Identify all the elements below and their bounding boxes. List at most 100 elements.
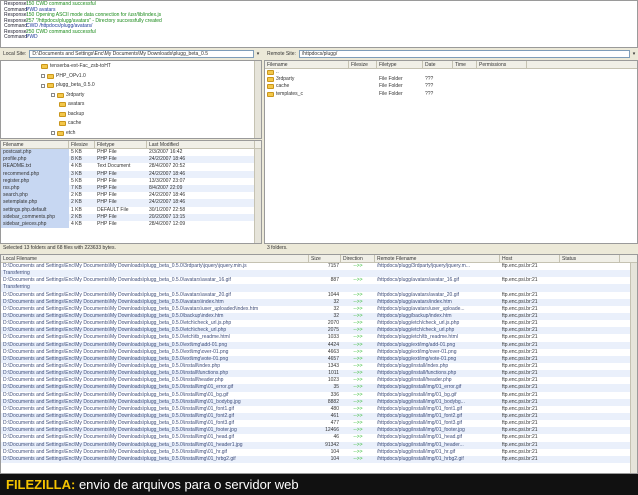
queue-cell: 35 xyxy=(333,384,339,391)
col-size[interactable]: Size xyxy=(309,255,341,262)
local-file-cell: PHP File xyxy=(97,177,117,184)
chevron-down-icon[interactable]: ▾ xyxy=(630,51,638,57)
tree-node[interactable]: tenserba-ext-Fac_zsb-toHT xyxy=(41,63,111,70)
tree-node[interactable]: avatars xyxy=(59,101,84,108)
remote-file-row[interactable]: cache File Folder??? xyxy=(265,83,637,90)
col-remote-filename[interactable]: Filename xyxy=(265,61,349,68)
local-file-row[interactable]: recommend.php 3 KB PHP File 24/2/2007 18:46 xyxy=(1,170,261,178)
expand-toggle-icon[interactable] xyxy=(51,131,55,135)
queue-row[interactable]: D:\Documents and Settings\Enc\My Documen… xyxy=(1,312,637,321)
expand-toggle-icon[interactable] xyxy=(51,93,55,97)
queue-row[interactable]: D:\Documents and Settings\Enc\My Documen… xyxy=(1,377,637,384)
queue-cell: D:\Documents and Settings\Enc\My Documen… xyxy=(3,334,230,341)
local-file-list[interactable]: Filename Filesize Filetype Last Modified… xyxy=(0,140,262,244)
col-remote-permissions[interactable]: Permissions xyxy=(477,61,527,68)
queue-row[interactable]: D:\Documents and Settings\Enc\My Documen… xyxy=(1,441,637,449)
local-site-path-input[interactable]: D:\Documents and Settings\Enc\My Documen… xyxy=(29,50,254,58)
col-local-filename[interactable]: Local Filename xyxy=(1,255,309,262)
expand-toggle-icon[interactable] xyxy=(41,83,45,88)
queue-row[interactable]: Transferring xyxy=(1,284,637,292)
remote-file-row[interactable]: 3rdparty File Folder??? xyxy=(265,76,637,83)
queue-row[interactable]: D:\Documents and Settings\Enc\My Documen… xyxy=(1,363,637,370)
local-file-cell: PHP File xyxy=(97,213,117,220)
queue-row[interactable]: D:\Documents and Settings\Enc\My Documen… xyxy=(1,334,637,341)
queue-row[interactable]: D:\Documents and Settings\Enc\My Documen… xyxy=(1,292,637,299)
queue-cell: 1343 xyxy=(327,362,339,369)
queue-row[interactable]: D:\Documents and Settings\Enc\My Documen… xyxy=(1,434,637,441)
queue-row[interactable]: Transferring xyxy=(1,270,637,278)
message-log[interactable]: Response: 150 CWD command successful Comma… xyxy=(0,0,638,48)
queue-cell: /httpdocs/plugg/backup/index.htm xyxy=(377,312,452,319)
local-file-row[interactable]: postcast.php 5 KB PHP File 2/3/2007 16:42 xyxy=(1,149,261,157)
col-filetype[interactable]: Filetype xyxy=(95,141,147,148)
queue-scrollbar[interactable] xyxy=(630,263,637,473)
queue-row[interactable]: D:\Documents and Settings\Enc\My Documen… xyxy=(1,392,637,399)
tree-node[interactable]: backup xyxy=(59,111,84,118)
queue-cell: 12466 xyxy=(325,427,339,434)
local-file-row[interactable]: sidebar_pieces.php 4 KB PHP File 28/4/2007 … xyxy=(1,220,261,229)
col-remote-date[interactable]: Date xyxy=(423,61,453,68)
col-remote-filetype[interactable]: Filetype xyxy=(377,61,423,68)
queue-row[interactable]: D:\Documents and Settings\Enc\My Documen… xyxy=(1,427,637,435)
queue-cell: /httpdocs/plugg/install/header.php xyxy=(377,377,452,384)
tree-node[interactable]: plugg_beta_0.5.0 xyxy=(41,82,95,89)
col-direction[interactable]: Direction xyxy=(341,255,375,262)
queue-cell: -->> xyxy=(353,320,363,327)
queue-cell: /httpdocs/plugg/install/img/01_header... xyxy=(377,441,464,448)
remote-site-path-input[interactable]: /httpdocs/plugg/ xyxy=(298,50,630,58)
queue-cell: ftp.enc.psi.br:21 xyxy=(502,355,538,362)
local-file-row[interactable]: rss.php 7 KB PHP File 8/4/2007 22:09 xyxy=(1,184,261,193)
col-remote-filesize[interactable]: Filesize xyxy=(349,61,377,68)
queue-row[interactable]: D:\Documents and Settings\Enc\My Documen… xyxy=(1,306,637,313)
transfer-queue[interactable]: Local Filename Size Direction Remote Fil… xyxy=(0,254,638,474)
local-file-row[interactable]: search.php 2 KB PHP File 24/2/2007 18:46 xyxy=(1,192,261,200)
queue-row[interactable]: D:\Documents and Settings\Enc\My Documen… xyxy=(1,320,637,327)
remote-file-cell xyxy=(453,76,477,83)
queue-row[interactable]: D:\Documents and Settings\Enc\My Documen… xyxy=(1,384,637,392)
queue-cell: /httpdocs/plugg/ext/img/add-01.png xyxy=(377,341,456,348)
remote-file-row[interactable]: .. xyxy=(265,69,637,76)
tree-node[interactable]: cache xyxy=(59,120,81,127)
col-status[interactable]: Status xyxy=(560,255,620,262)
queue-row[interactable]: D:\Documents and Settings\Enc\My Documen… xyxy=(1,449,637,456)
tree-node[interactable]: 3rdparty xyxy=(51,92,84,99)
queue-row[interactable]: D:\Documents and Settings\Enc\My Documen… xyxy=(1,355,637,363)
remote-file-cell xyxy=(377,69,423,76)
queue-row[interactable]: D:\Documents and Settings\Enc\My Documen… xyxy=(1,298,637,306)
queue-row[interactable]: D:\Documents and Settings\Enc\My Documen… xyxy=(1,349,637,356)
tree-node[interactable]: etch xyxy=(51,130,75,137)
local-files-scrollbar[interactable] xyxy=(254,149,261,243)
queue-row[interactable]: D:\Documents and Settings\Enc\My Documen… xyxy=(1,406,637,413)
col-host[interactable]: Host xyxy=(500,255,560,262)
local-file-row[interactable]: profile.php 8 KB PHP File 24/2/2007 18:46 xyxy=(1,156,261,164)
local-file-row[interactable]: sidebar_comments.php 2 KB PHP File 20/2/200… xyxy=(1,213,261,221)
col-last-modified[interactable]: Last Modified xyxy=(147,141,255,148)
local-file-row[interactable]: setemplate.php 2 KB PHP File 24/2/2007 18:4… xyxy=(1,199,261,207)
queue-row[interactable]: D:\Documents and Settings\Enc\My Documen… xyxy=(1,420,637,427)
queue-row[interactable]: D:\Documents and Settings\Enc\My Documen… xyxy=(1,370,637,378)
local-file-row[interactable]: README.txt 4 KB Text Document 28/4/2007 20:… xyxy=(1,163,261,171)
local-directory-tree[interactable]: tenserba-ext-Fac_zsb-toHT PHP_OPv1.0plugg… xyxy=(0,60,262,139)
col-filename[interactable]: Filename xyxy=(1,141,69,148)
col-filesize[interactable]: Filesize xyxy=(69,141,95,148)
queue-row[interactable]: D:\Documents and Settings\Enc\My Documen… xyxy=(1,263,637,270)
queue-row[interactable]: D:\Documents and Settings\Enc\My Documen… xyxy=(1,327,637,335)
remote-file-list[interactable]: Filename Filesize Filetype Date Time Per… xyxy=(264,60,638,244)
queue-cell: 104 xyxy=(330,448,339,455)
local-file-cell: 5 KB xyxy=(71,177,82,184)
local-file-row[interactable]: settings.php.default 1 KB DEFAULT File 30/1… xyxy=(1,206,261,214)
chevron-down-icon[interactable]: ▾ xyxy=(254,51,262,57)
col-remote-time[interactable]: Time xyxy=(453,61,477,68)
queue-row[interactable]: D:\Documents and Settings\Enc\My Documen… xyxy=(1,412,637,421)
remote-file-row[interactable]: templates_c File Folder??? xyxy=(265,91,637,98)
expand-toggle-icon[interactable] xyxy=(41,74,45,78)
col-remote-filename-q[interactable]: Remote Filename xyxy=(375,255,500,262)
queue-cell: -->> xyxy=(353,291,363,298)
queue-row[interactable]: D:\Documents and Settings\Enc\My Documen… xyxy=(1,277,637,284)
queue-row[interactable]: D:\Documents and Settings\Enc\My Documen… xyxy=(1,341,637,349)
local-file-row[interactable]: register.php 5 KB PHP File 13/3/2007 23:07 xyxy=(1,177,261,185)
queue-row[interactable]: D:\Documents and Settings\Enc\My Documen… xyxy=(1,398,637,406)
queue-row[interactable]: D:\Documents and Settings\Enc\My Documen… xyxy=(1,455,637,463)
tree-node[interactable]: PHP_OPv1.0 xyxy=(41,73,86,80)
tree-scrollbar[interactable] xyxy=(254,61,261,138)
